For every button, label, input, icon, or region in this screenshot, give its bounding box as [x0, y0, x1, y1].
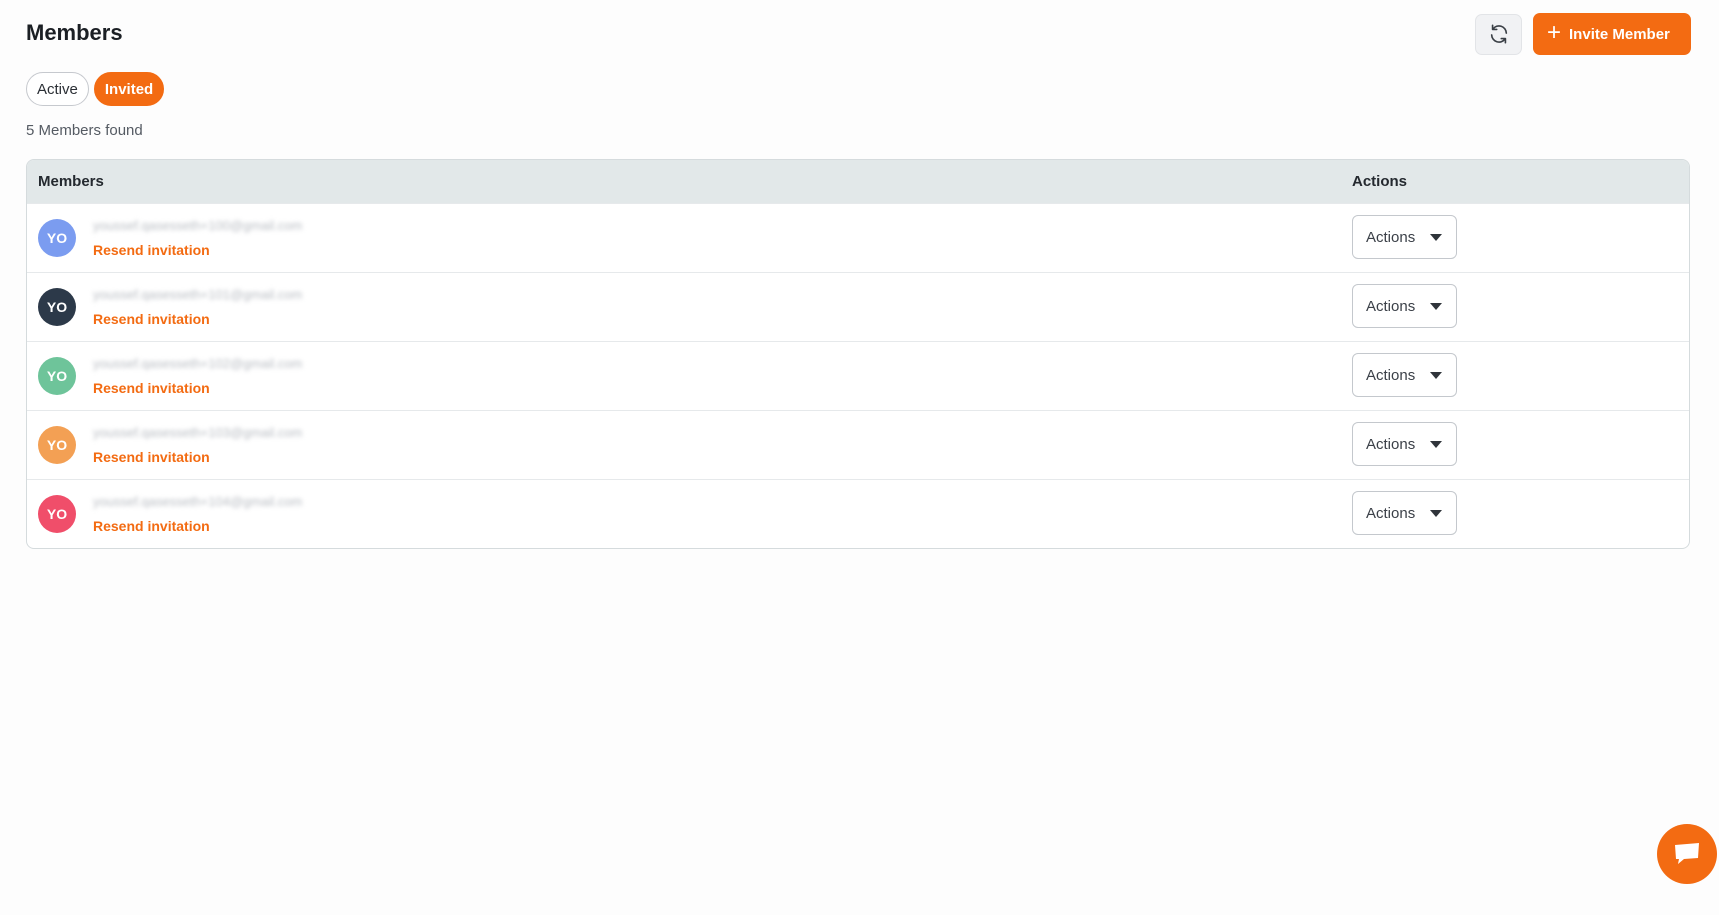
- toolbar: + Invite Member: [1475, 13, 1691, 55]
- members-table: Members Actions YO youssef.qasesseth+100…: [26, 159, 1690, 549]
- table-row: YO youssef.qasesseth+100@gmail.com Resen…: [27, 203, 1689, 272]
- column-header-members: Members: [38, 173, 104, 190]
- members-count: 5 Members found: [26, 122, 143, 139]
- actions-dropdown[interactable]: Actions: [1352, 422, 1457, 466]
- actions-dropdown[interactable]: Actions: [1352, 491, 1457, 535]
- tab-invited[interactable]: Invited: [93, 72, 165, 106]
- member-email: youssef.qasesseth+102@gmail.com: [93, 356, 303, 371]
- table-row: YO youssef.qasesseth+101@gmail.com Resen…: [27, 272, 1689, 341]
- actions-dropdown[interactable]: Actions: [1352, 353, 1457, 397]
- caret-down-icon: [1430, 233, 1442, 241]
- avatar: YO: [38, 357, 76, 395]
- invite-member-button[interactable]: + Invite Member: [1533, 13, 1691, 55]
- member-email: youssef.qasesseth+100@gmail.com: [93, 218, 303, 233]
- table-row: YO youssef.qasesseth+103@gmail.com Resen…: [27, 410, 1689, 479]
- resend-invitation-link[interactable]: Resend invitation: [93, 380, 210, 396]
- table-header: Members Actions: [27, 160, 1689, 203]
- avatar: YO: [38, 426, 76, 464]
- chat-icon: [1675, 843, 1699, 864]
- caret-down-icon: [1430, 371, 1442, 379]
- page-title: Members: [26, 20, 123, 45]
- actions-label: Actions: [1366, 366, 1416, 384]
- actions-dropdown[interactable]: Actions: [1352, 284, 1457, 328]
- member-email: youssef.qasesseth+103@gmail.com: [93, 425, 303, 440]
- column-header-actions: Actions: [1352, 173, 1408, 190]
- avatar: YO: [38, 219, 76, 257]
- actions-label: Actions: [1366, 435, 1416, 453]
- table-row: YO youssef.qasesseth+104@gmail.com Resen…: [27, 479, 1689, 548]
- caret-down-icon: [1430, 509, 1442, 517]
- actions-label: Actions: [1366, 228, 1416, 246]
- avatar: YO: [38, 288, 76, 326]
- actions-label: Actions: [1366, 504, 1416, 522]
- resend-invitation-link[interactable]: Resend invitation: [93, 518, 210, 534]
- table-row: YO youssef.qasesseth+102@gmail.com Resen…: [27, 341, 1689, 410]
- actions-label: Actions: [1366, 297, 1416, 315]
- resend-invitation-link[interactable]: Resend invitation: [93, 311, 210, 327]
- chat-widget-button[interactable]: [1657, 824, 1717, 884]
- tab-active[interactable]: Active: [26, 72, 89, 106]
- resend-invitation-link[interactable]: Resend invitation: [93, 242, 210, 258]
- caret-down-icon: [1430, 440, 1442, 448]
- plus-icon: +: [1547, 18, 1562, 46]
- members-page: Members + Invite Member Active Invited 5…: [0, 0, 1719, 915]
- member-email: youssef.qasesseth+104@gmail.com: [93, 494, 303, 509]
- avatar: YO: [38, 495, 76, 533]
- refresh-icon: [1490, 24, 1507, 44]
- caret-down-icon: [1430, 302, 1442, 310]
- refresh-button[interactable]: [1475, 13, 1522, 55]
- filter-tabs: Active Invited: [26, 72, 165, 106]
- member-email: youssef.qasesseth+101@gmail.com: [93, 287, 303, 302]
- resend-invitation-link[interactable]: Resend invitation: [93, 449, 210, 465]
- invite-member-label: Invite Member: [1569, 25, 1670, 43]
- actions-dropdown[interactable]: Actions: [1352, 215, 1457, 259]
